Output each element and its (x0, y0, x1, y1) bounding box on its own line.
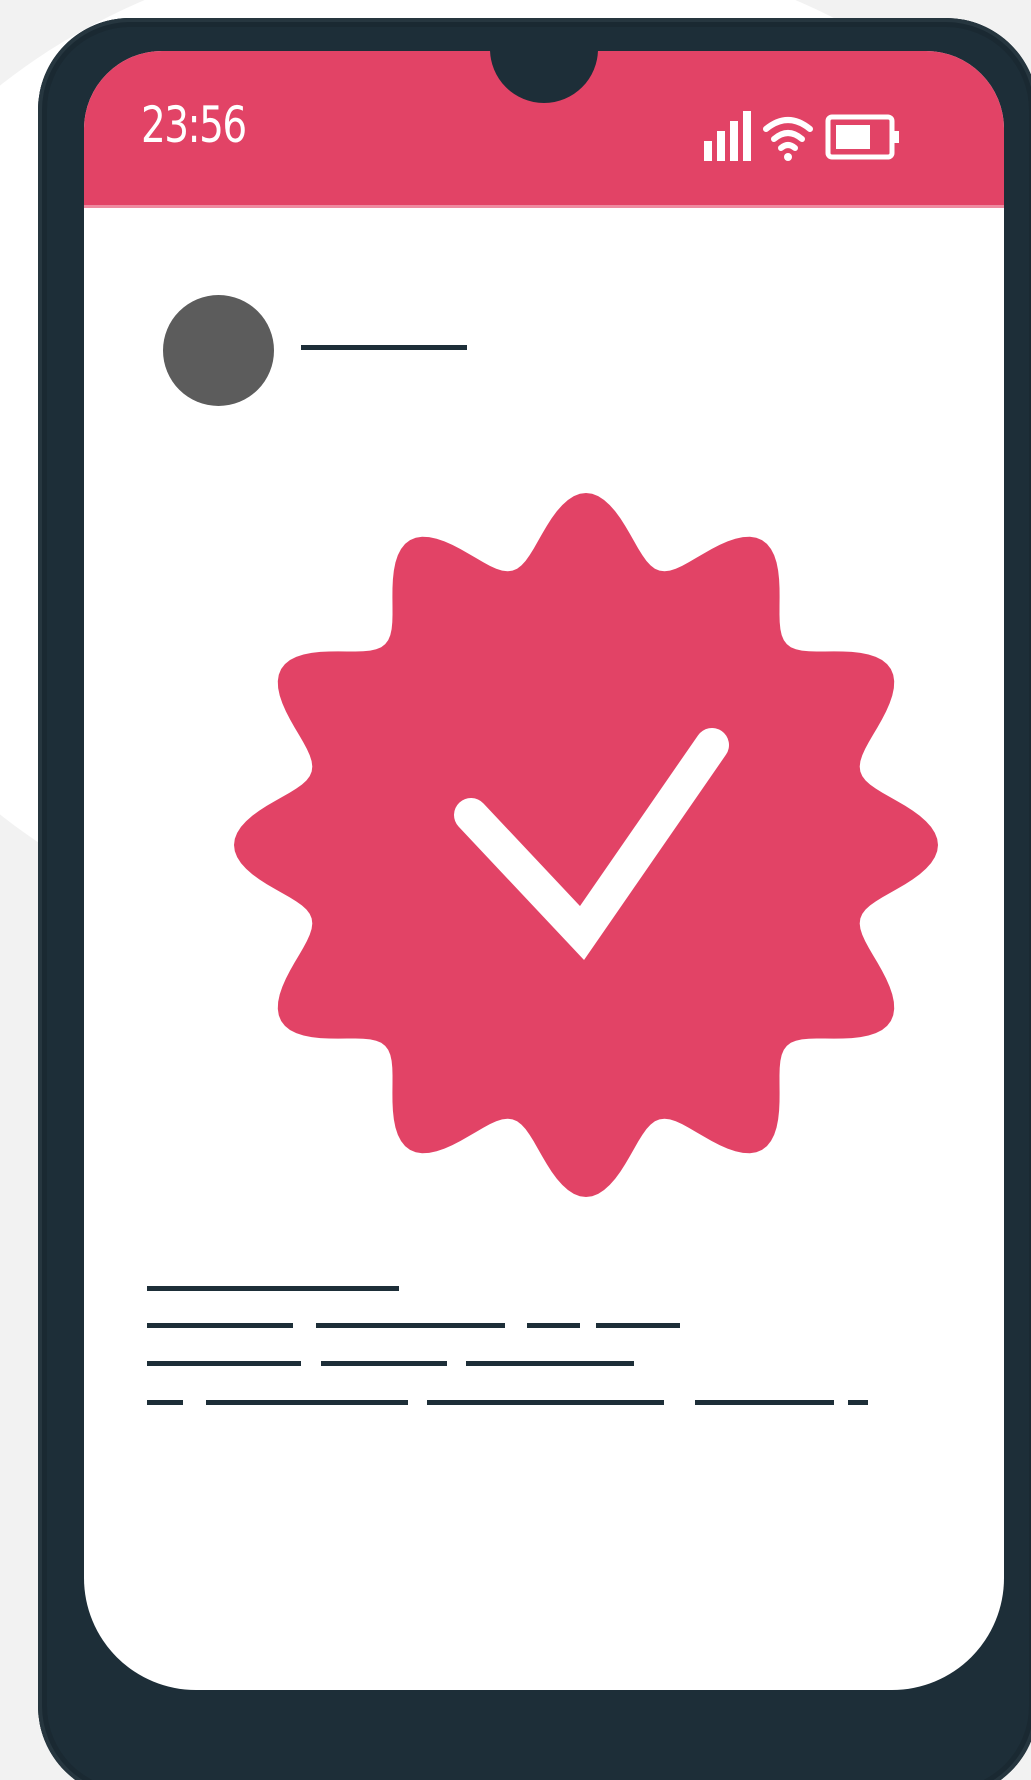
text-placeholder-line (695, 1400, 834, 1405)
avatar (163, 295, 274, 406)
battery-icon (825, 114, 899, 160)
text-placeholder-line (316, 1323, 505, 1328)
text-placeholder-line (206, 1400, 408, 1405)
text-placeholder-line (147, 1286, 399, 1291)
text-placeholder-line (321, 1361, 447, 1366)
text-placeholder-line (147, 1361, 301, 1366)
illustration: 23:56 (0, 0, 1031, 1780)
signal-icon (704, 111, 751, 161)
status-icons (704, 111, 899, 161)
text-placeholder-line (147, 1400, 183, 1405)
badge-shape (234, 493, 938, 1197)
status-time: 23:56 (141, 96, 247, 154)
phone-frame: 23:56 (38, 18, 1031, 1780)
text-placeholder-line (527, 1323, 580, 1328)
text-placeholder-line (147, 1323, 293, 1328)
text-placeholder-line (466, 1361, 634, 1366)
phone-screen: 23:56 (84, 51, 1004, 1690)
wifi-icon (763, 117, 813, 161)
text-placeholder-line (848, 1400, 868, 1405)
text-placeholder-line (596, 1323, 680, 1328)
username-placeholder-line (301, 345, 467, 350)
text-placeholder-line (427, 1400, 664, 1405)
verified-badge-icon (234, 493, 938, 1197)
